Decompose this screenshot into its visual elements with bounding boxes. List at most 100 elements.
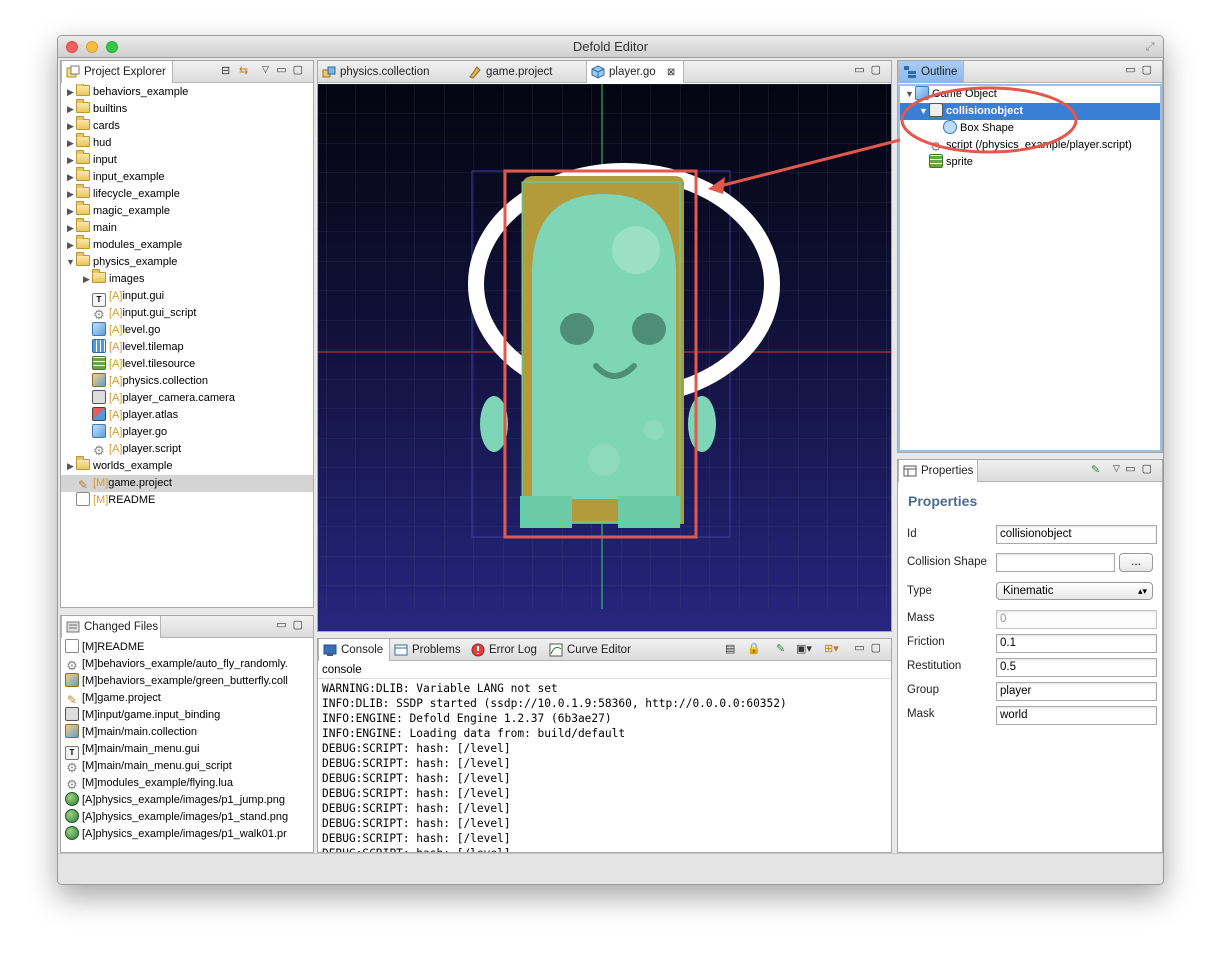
tab-project-explorer[interactable]: Project Explorer: [61, 61, 173, 83]
minimize-window-button[interactable]: [86, 41, 98, 53]
tab-properties[interactable]: Properties: [898, 460, 978, 482]
outline-item[interactable]: sprite: [900, 154, 1160, 171]
tab-curve-editor[interactable]: Curve Editor: [545, 639, 638, 661]
display-console-icon[interactable]: ▣▾: [796, 642, 812, 655]
close-tab-icon[interactable]: ⊠: [667, 67, 675, 78]
changed-file-item[interactable]: [M]README: [65, 639, 313, 656]
tab-outline[interactable]: Outline: [898, 61, 964, 83]
changed-file-item[interactable]: ⚙ [M]main/main_menu.gui_script: [65, 758, 313, 775]
tree-item[interactable]: [A]player_camera.camera: [61, 390, 313, 407]
tab-problems[interactable]: Problems: [390, 639, 466, 661]
tree-item[interactable]: ▶ input: [61, 150, 313, 169]
changed-file-item[interactable]: [A]physics_example/images/p1_stand.png: [65, 809, 313, 826]
group-field[interactable]: player: [996, 682, 1157, 701]
outline-item[interactable]: ⚙ script (/physics_example/player.script): [900, 137, 1160, 154]
expand-down-icon[interactable]: ▼: [918, 103, 929, 120]
minimize-maximize-icons[interactable]: ▭▢: [1125, 462, 1158, 475]
tab-game-project[interactable]: game.project: [464, 61, 586, 83]
tree-item[interactable]: [A]level.go: [61, 322, 313, 339]
tree-item[interactable]: ▶ input_example: [61, 167, 313, 186]
tree-item[interactable]: ⚙ [A]input.gui_script: [61, 305, 313, 322]
collision-shape-field[interactable]: [996, 553, 1115, 572]
tree-item[interactable]: ▶ main: [61, 218, 313, 237]
tree-item[interactable]: ▶ cards: [61, 116, 313, 135]
changed-file-item[interactable]: [M]main/main.collection: [65, 724, 313, 741]
tree-item[interactable]: [A]player.atlas: [61, 407, 313, 424]
view-menu-icon[interactable]: ▽: [262, 64, 269, 75]
tree-item[interactable]: ▶ builtins: [61, 99, 313, 118]
maximize-window-button[interactable]: [106, 41, 118, 53]
open-console-icon[interactable]: ⊞▾: [824, 642, 839, 655]
mask-field[interactable]: world: [996, 706, 1157, 725]
friction-field[interactable]: 0.1: [996, 634, 1157, 653]
browse-collision-shape-button[interactable]: ...: [1119, 553, 1153, 572]
close-window-button[interactable]: [66, 41, 78, 53]
type-select[interactable]: Kinematic ▴▾: [996, 582, 1153, 600]
expand-right-icon[interactable]: ▶: [65, 118, 76, 135]
outline-item[interactable]: ▼ Game Object: [900, 86, 1160, 103]
minimize-maximize-icons[interactable]: ▭▢: [276, 63, 309, 76]
changed-file-item[interactable]: ⚙ [M]behaviors_example/auto_fly_randomly.: [65, 656, 313, 673]
tree-item[interactable]: ▶ hud: [61, 133, 313, 152]
id-field[interactable]: collisionobject: [996, 525, 1157, 544]
tab-changed-files[interactable]: Changed Files: [61, 616, 161, 638]
expand-down-icon[interactable]: ▼: [65, 254, 76, 271]
collapse-all-icon[interactable]: ⊟: [221, 64, 230, 77]
changed-file-item[interactable]: T [M]main/main_menu.gui: [65, 741, 313, 760]
expand-right-icon[interactable]: ▶: [65, 84, 76, 101]
tree-item[interactable]: ▶ images: [61, 269, 313, 288]
tab-error-log[interactable]: Error Log: [467, 639, 544, 661]
changed-file-item[interactable]: ✎ [M]game.project: [65, 690, 313, 707]
tree-item[interactable]: ▶ magic_example: [61, 201, 313, 220]
tree-item[interactable]: ⚙ [A]player.script: [61, 441, 313, 458]
tree-item[interactable]: [M]README: [61, 492, 313, 509]
tree-item[interactable]: ▶ worlds_example: [61, 456, 313, 475]
expand-right-icon[interactable]: ▶: [81, 271, 92, 288]
expand-right-icon[interactable]: ▶: [65, 135, 76, 152]
tree-item[interactable]: ▶ lifecycle_example: [61, 184, 313, 203]
scene-canvas[interactable]: [318, 84, 891, 609]
expand-right-icon[interactable]: ▶: [65, 186, 76, 203]
tree-item[interactable]: ▶ modules_example: [61, 235, 313, 254]
expand-down-icon[interactable]: ▼: [904, 86, 915, 103]
expand-right-icon[interactable]: ▶: [65, 101, 76, 118]
tree-item[interactable]: [A]level.tilemap: [61, 339, 313, 356]
clear-console-icon[interactable]: ▤: [725, 642, 735, 655]
outline-item[interactable]: Box Shape: [900, 120, 1160, 137]
outline-item[interactable]: ▼ collisionobject: [900, 103, 1160, 120]
tree-item-label: worlds_example: [93, 460, 173, 472]
changed-file-item[interactable]: ⚙ [M]modules_example/flying.lua: [65, 775, 313, 792]
tree-item[interactable]: T [A]input.gui: [61, 288, 313, 307]
tree-item[interactable]: [A]player.go: [61, 424, 313, 441]
view-menu-icon[interactable]: ▽: [1113, 463, 1120, 474]
changed-file-item[interactable]: [A]physics_example/images/p1_jump.png: [65, 792, 313, 809]
changed-file-item[interactable]: [M]input/game.input_binding: [65, 707, 313, 724]
expand-right-icon[interactable]: ▶: [65, 220, 76, 237]
tree-item[interactable]: ▶ behaviors_example: [61, 84, 313, 101]
tree-item[interactable]: ✎ [M]game.project: [61, 475, 313, 492]
minimize-maximize-icons[interactable]: ▭▢: [854, 641, 887, 654]
tab-player-go[interactable]: player.go ⊠: [586, 61, 684, 83]
scene-viewport[interactable]: [318, 84, 891, 631]
changed-file-item[interactable]: [A]physics_example/images/p1_walk01.pr: [65, 826, 313, 843]
fullscreen-icon[interactable]: ⤢: [1143, 40, 1157, 54]
tab-physics-collection[interactable]: physics.collection: [318, 61, 464, 83]
tab-console[interactable]: Console: [318, 639, 390, 661]
scroll-lock-icon[interactable]: 🔒: [747, 642, 761, 655]
tree-item[interactable]: [A]physics.collection: [61, 373, 313, 390]
expand-right-icon[interactable]: ▶: [65, 169, 76, 186]
expand-right-icon[interactable]: ▶: [65, 458, 76, 475]
console-output[interactable]: WARNING:DLIB: Variable LANG not set INFO:…: [318, 679, 891, 852]
minimize-maximize-icons[interactable]: ▭▢: [276, 618, 309, 631]
expand-right-icon[interactable]: ▶: [65, 237, 76, 254]
restitution-field[interactable]: 0.5: [996, 658, 1157, 677]
expand-right-icon[interactable]: ▶: [65, 152, 76, 169]
minimize-maximize-icons[interactable]: ▭▢: [1125, 63, 1158, 76]
changed-file-item[interactable]: [M]behaviors_example/green_butterfly.col…: [65, 673, 313, 690]
minimize-maximize-icons[interactable]: ▭▢: [854, 63, 887, 76]
expand-right-icon[interactable]: ▶: [65, 203, 76, 220]
tree-item[interactable]: [A]level.tilesource: [61, 356, 313, 373]
pin-properties-icon[interactable]: ✎: [1091, 463, 1100, 476]
pin-console-icon[interactable]: ✎: [776, 642, 785, 655]
link-editor-icon[interactable]: ⇆: [239, 64, 248, 77]
